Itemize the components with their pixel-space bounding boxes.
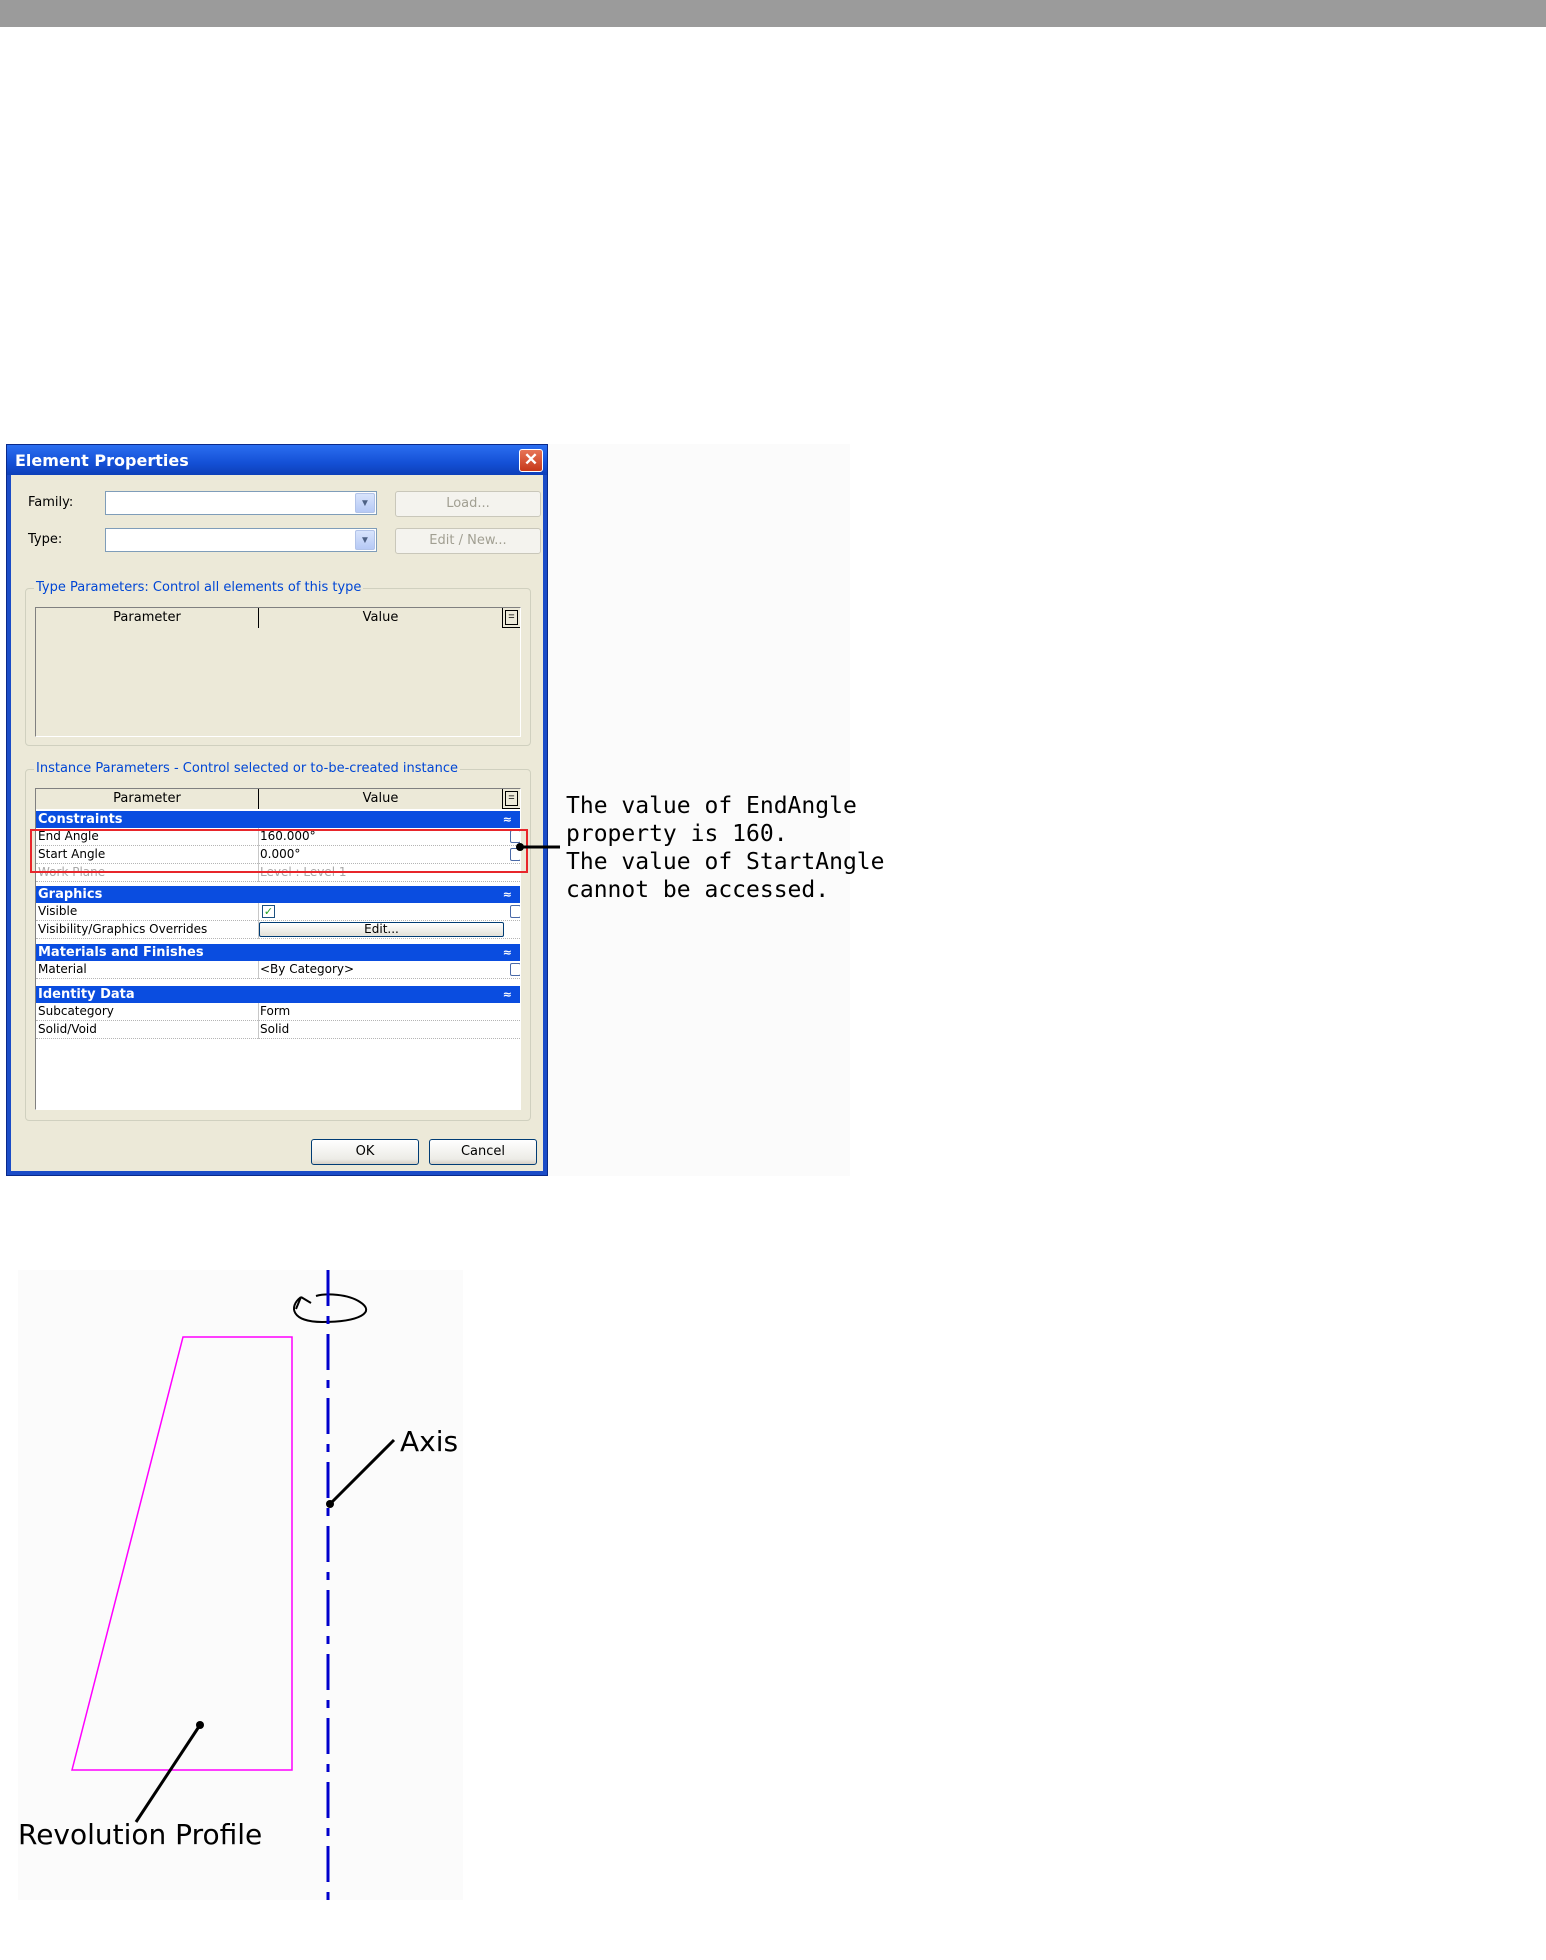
- revolution-profile-shape: [71, 1336, 293, 1771]
- callout-leader: [516, 843, 560, 851]
- axis-label: Axis: [400, 1425, 459, 1458]
- axis-leader: [326, 1438, 396, 1508]
- revolution-drawing: [71, 843, 560, 1900]
- profile-leader: [134, 1721, 204, 1823]
- rotation-arrow-icon: [293, 1293, 368, 1324]
- revolution-profile-label: Revolution Profile: [18, 1818, 263, 1851]
